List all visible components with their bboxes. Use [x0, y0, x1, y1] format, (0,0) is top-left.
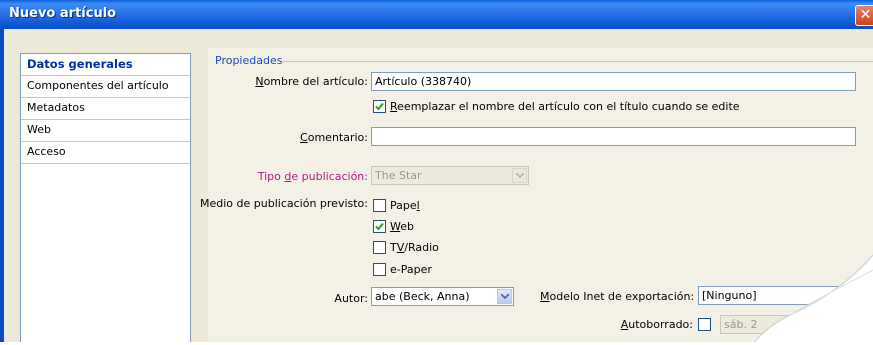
dialog-window: Nuevo artículo ✕ Datos generales Compone… — [0, 0, 873, 345]
page-curl-decoration — [0, 254, 873, 345]
